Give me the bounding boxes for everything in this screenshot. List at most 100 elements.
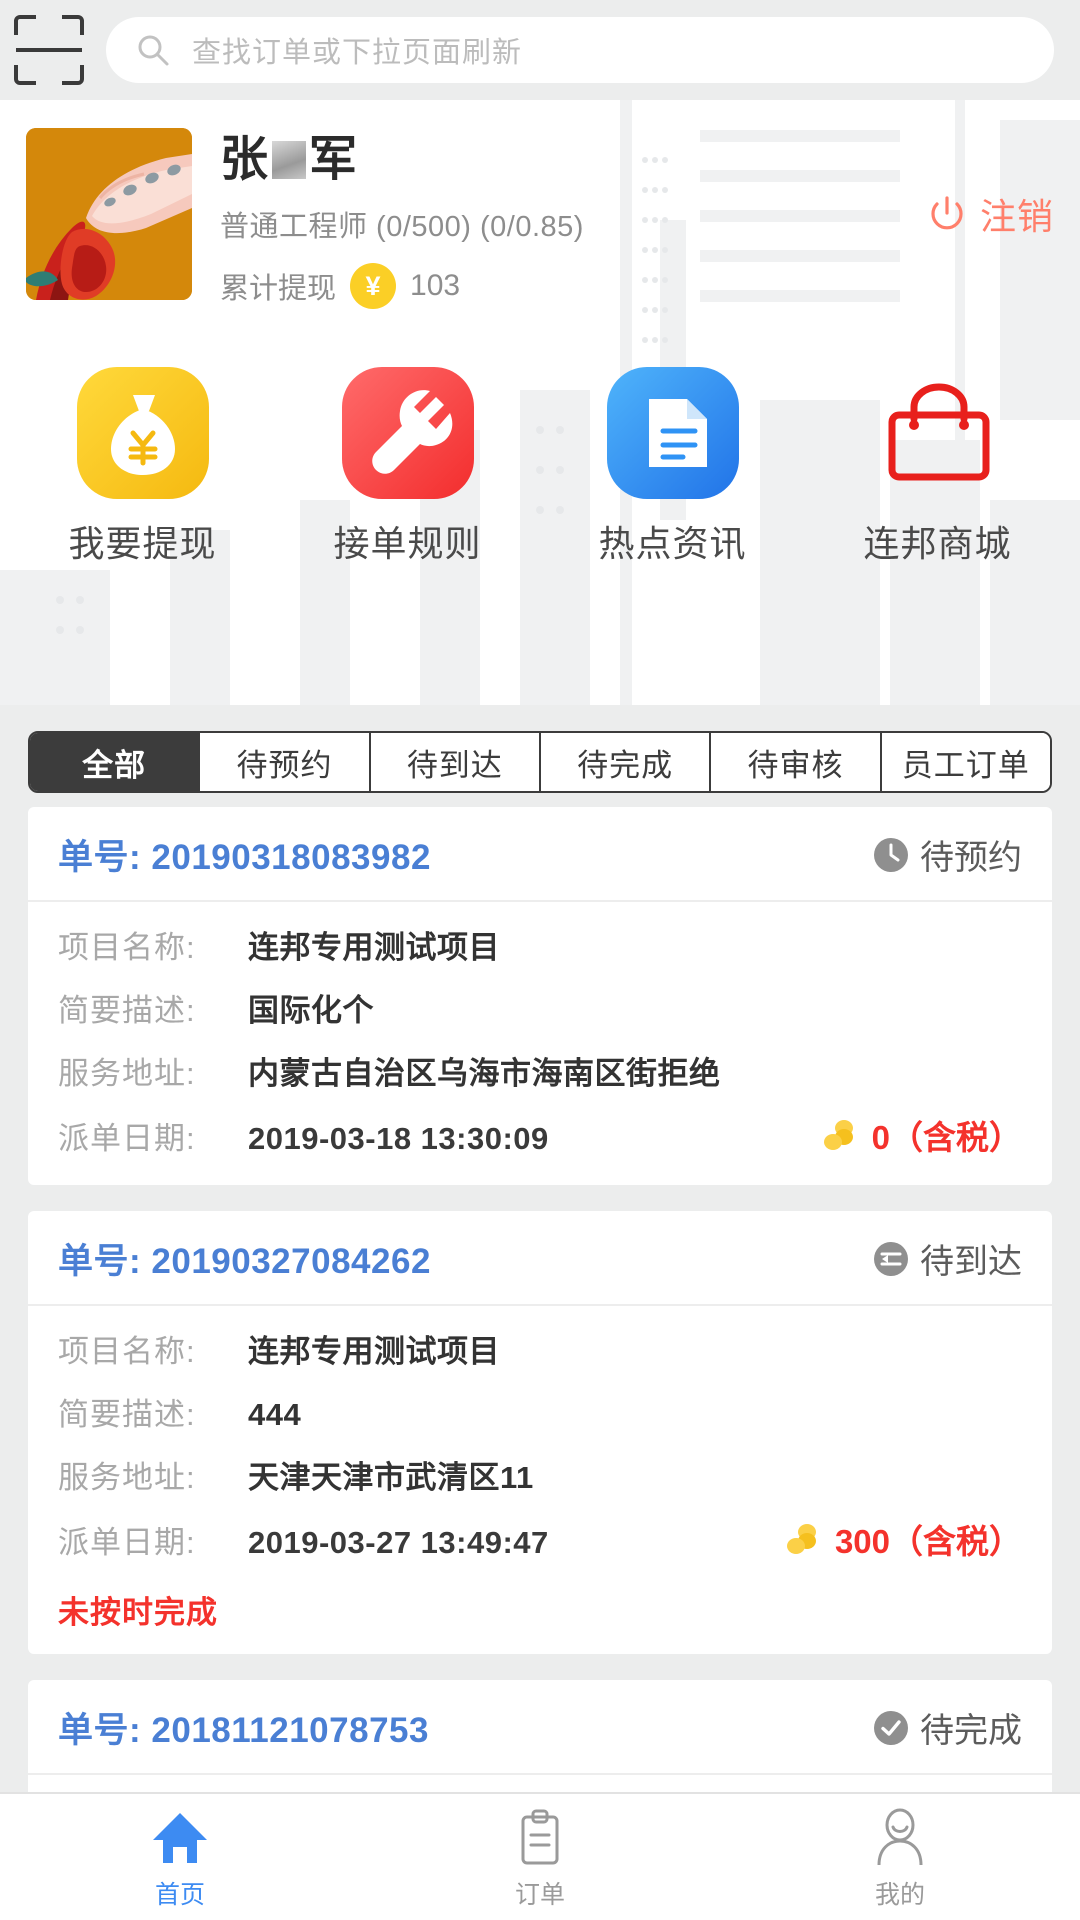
project-name-value: 连邦专用测试项目 — [248, 1334, 500, 1369]
order-number: 单号: 20181121078753 — [58, 1702, 429, 1753]
order-price-value: 0（含税） — [871, 1119, 1022, 1156]
wallet-label: 累计提现 — [220, 273, 337, 306]
wrench-icon — [341, 367, 474, 500]
document-icon — [606, 367, 739, 500]
user-name: 张军 — [220, 132, 1054, 187]
dispatch-date-label: 派单日期: — [58, 1120, 196, 1156]
wallet-row: 累计提现 ¥ 103 — [220, 263, 1054, 310]
profile-info: 张军 普通工程师 (0/500) (0/0.85) 累计提现 ¥ 103 注销 — [220, 128, 1054, 310]
logout-label: 注销 — [979, 196, 1054, 237]
quick-action-mall[interactable]: 连邦商城 — [805, 367, 1070, 567]
dispatch-date-label: 派单日期: — [58, 1524, 196, 1560]
top-bar: 查找订单或下拉页面刷新 — [0, 0, 1080, 100]
description-label: 简要描述: — [58, 993, 196, 1028]
order-number-label: 单号: — [58, 838, 142, 877]
quick-action-label: 热点资讯 — [598, 523, 747, 565]
order-number: 单号: 20190327084262 — [58, 1233, 431, 1284]
search-placeholder: 查找订单或下拉页面刷新 — [192, 37, 523, 69]
order-number-value: 20190318083982 — [151, 838, 431, 877]
order-filter-tabs: 全部 待预约 待到达 待完成 待审核 员工订单 — [0, 705, 1080, 807]
tab-pending-arrival[interactable]: 待到达 — [370, 733, 541, 791]
avatar[interactable] — [26, 128, 192, 300]
tab-all[interactable]: 全部 — [30, 733, 201, 791]
quick-action-label: 连邦商城 — [863, 523, 1012, 565]
coins-icon — [783, 1519, 823, 1559]
person-icon — [869, 1803, 931, 1869]
dispatch-date-row: 派单日期: 2019-03-18 13:30:09 0（含税） — [58, 1111, 1022, 1159]
user-name-masked-char — [272, 140, 307, 179]
quick-action-grid: 我要提现 接单规则 热点资讯 连邦商城 — [0, 367, 1080, 567]
order-card-body: 项目名称: 连邦专用测试项目 简要描述: 444 服务地址: 天津天津市武清区1… — [28, 1306, 1052, 1581]
dispatch-date-row: 派单日期: 2019-03-27 13:49:47 300（含税） — [58, 1515, 1022, 1563]
clipboard-icon — [509, 1803, 571, 1869]
address-label: 服务地址: — [58, 1460, 196, 1495]
coins-icon — [820, 1115, 860, 1155]
nav-item-profile[interactable]: 我的 — [720, 1794, 1080, 1920]
money-bag-icon — [76, 367, 209, 500]
profile-row: 张军 普通工程师 (0/500) (0/0.85) 累计提现 ¥ 103 注销 — [0, 100, 1080, 310]
tab-pending-review[interactable]: 待审核 — [711, 733, 882, 791]
user-name-suffix: 军 — [309, 133, 359, 186]
dispatch-date-value: 2019-03-18 13:30:09 — [248, 1120, 549, 1156]
address-value: 天津天津市武清区11 — [248, 1460, 534, 1495]
order-number-value: 20181121078753 — [151, 1711, 429, 1750]
clock-icon — [872, 836, 910, 874]
search-input[interactable]: 查找订单或下拉页面刷新 — [106, 17, 1054, 83]
quick-action-news[interactable]: 热点资讯 — [540, 367, 805, 567]
tab-pending-completion[interactable]: 待完成 — [540, 733, 712, 791]
description-row: 简要描述: 国际化个 — [58, 985, 1022, 1030]
check-circle-icon — [872, 1709, 910, 1747]
quick-action-withdraw[interactable]: 我要提现 — [10, 367, 275, 567]
status-label: 待到达 — [920, 1243, 1022, 1281]
arrow-circle-icon — [872, 1240, 910, 1278]
description-value: 444 — [248, 1397, 302, 1432]
order-card-body: 项目名称: 连邦专用测试项目 简要描述: 国际化个 服务地址: 内蒙古自治区乌海… — [28, 902, 1052, 1177]
project-name-label: 项目名称: — [58, 930, 196, 965]
nav-item-home[interactable]: 首页 — [0, 1794, 360, 1920]
order-number-label: 单号: — [58, 1242, 142, 1281]
address-row: 服务地址: 天津天津市武清区11 — [58, 1452, 1022, 1497]
search-icon — [136, 33, 170, 67]
order-number-value: 20190327084262 — [151, 1242, 431, 1281]
project-name-row: 项目名称: 连邦专用测试项目 — [58, 922, 1022, 967]
description-value: 国际化个 — [248, 993, 374, 1028]
order-card-header: 单号: 20181121078753 待完成 — [28, 1680, 1052, 1775]
project-name-label: 项目名称: — [58, 1334, 196, 1369]
status-label: 待预约 — [920, 839, 1022, 877]
tab-staff-orders[interactable]: 员工订单 — [881, 733, 1050, 791]
status-badge: 待到达 — [872, 1234, 1022, 1283]
logout-button[interactable]: 注销 — [926, 188, 1054, 240]
table-row[interactable]: 单号: 20190318083982 待预约 项目名称: 连邦专用测试项目 简要… — [28, 807, 1052, 1185]
address-row: 服务地址: 内蒙古自治区乌海市海南区街拒绝 — [58, 1048, 1022, 1093]
nav-label: 首页 — [154, 1881, 205, 1909]
shopping-bag-icon — [872, 367, 1004, 499]
order-warning: 未按时完成 — [58, 1595, 218, 1630]
home-icon — [149, 1803, 211, 1869]
order-number: 单号: 20190318083982 — [58, 829, 431, 880]
description-row: 简要描述: 444 — [58, 1389, 1022, 1434]
order-card-header: 单号: 20190318083982 待预约 — [28, 807, 1052, 902]
order-list[interactable]: 单号: 20190318083982 待预约 项目名称: 连邦专用测试项目 简要… — [0, 807, 1080, 1843]
nav-item-orders[interactable]: 订单 — [360, 1794, 720, 1920]
tab-pending-appointment[interactable]: 待预约 — [200, 733, 371, 791]
status-badge: 待完成 — [872, 1703, 1022, 1752]
status-label: 待完成 — [920, 1712, 1022, 1750]
quick-action-order-rules[interactable]: 接单规则 — [275, 367, 540, 567]
project-name-value: 连邦专用测试项目 — [248, 930, 500, 965]
user-name-prefix: 张 — [220, 133, 270, 186]
quick-action-label: 我要提现 — [68, 523, 217, 565]
dispatch-date-value: 2019-03-27 13:49:47 — [248, 1524, 549, 1560]
order-price-value: 300（含税） — [834, 1523, 1022, 1560]
nav-label: 订单 — [514, 1881, 565, 1909]
order-number-label: 单号: — [58, 1711, 142, 1750]
status-badge: 待预约 — [872, 830, 1022, 879]
wallet-amount: 103 — [410, 269, 461, 303]
description-label: 简要描述: — [58, 1397, 196, 1432]
table-row[interactable]: 单号: 20190327084262 待到达 项目名称: 连邦专用测试项目 简要… — [28, 1211, 1052, 1654]
scan-barcode-icon[interactable] — [10, 11, 88, 89]
order-price: 0（含税） — [820, 1111, 1022, 1159]
project-name-row: 项目名称: 连邦专用测试项目 — [58, 1326, 1022, 1371]
order-price: 300（含税） — [783, 1515, 1022, 1563]
bottom-navigation: 首页 订单 我的 — [0, 1792, 1080, 1920]
address-label: 服务地址: — [58, 1056, 196, 1091]
